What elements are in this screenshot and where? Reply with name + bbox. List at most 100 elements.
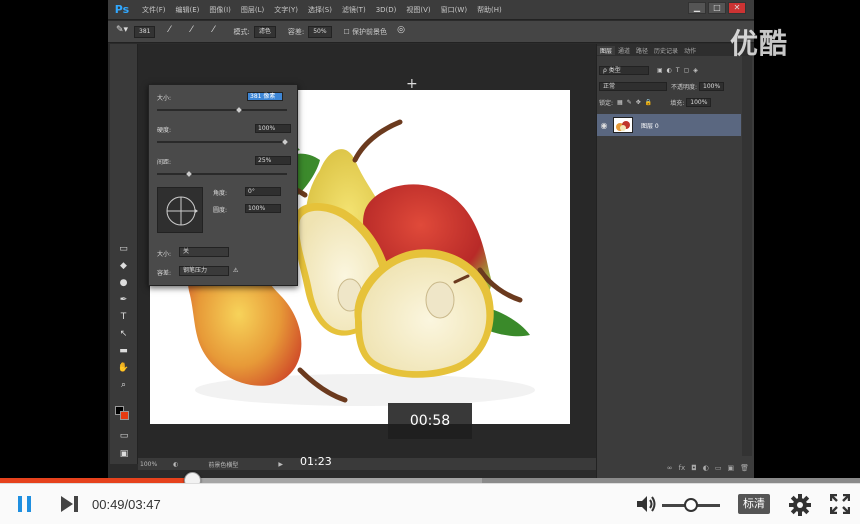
layers-footer: ∞ fx ◘ ◐ ▭ ▣ 🗑 <box>597 464 754 474</box>
layer-row[interactable]: ◉ 图层 0 <box>597 114 741 136</box>
limits-select[interactable]: 滤色 <box>253 25 276 38</box>
video-area[interactable]: Ps 文件(F) 编辑(E) 图像(I) 图层(L) 文字(Y) 选择(S) 滤… <box>0 0 860 478</box>
tab-paths[interactable]: 路径 <box>633 46 651 55</box>
adjustment-icon[interactable]: ◐ <box>703 464 709 474</box>
pen-tool-icon[interactable]: ✒ <box>114 293 134 307</box>
menu-item-layer[interactable]: 图层(L) <box>241 5 264 15</box>
current-time: 00:49 <box>92 497 125 512</box>
fill-label: 填充: <box>670 99 685 107</box>
pause-button[interactable] <box>16 495 34 517</box>
tab-channels[interactable]: 通道 <box>615 46 633 55</box>
roundness-input[interactable]: 100% <box>245 204 281 213</box>
pressure-icon[interactable]: ◎ <box>393 25 409 39</box>
brush-size-slider-knob[interactable] <box>236 107 242 113</box>
menu-item-view[interactable]: 视图(V) <box>406 5 430 15</box>
fullscreen-button[interactable] <box>829 493 851 518</box>
menu-item-select[interactable]: 选择(S) <box>308 5 332 15</box>
lock-row: 锁定: ▦✎✥🔒 填充: 100% <box>599 96 712 108</box>
tolerance-control-select[interactable]: 钢笔压力 <box>179 266 229 276</box>
hardness-slider[interactable] <box>157 139 288 145</box>
zoom-level[interactable]: 100% <box>140 461 157 468</box>
trash-icon[interactable]: 🗑 <box>740 464 749 474</box>
size-control-select[interactable]: 关 <box>179 247 229 257</box>
limits-label: 模式: <box>233 27 250 36</box>
mask-icon[interactable]: ◘ <box>691 464 697 474</box>
filter-icons[interactable]: ▣◐T▢◈ <box>657 67 702 74</box>
menu-item-help[interactable]: 帮助(H) <box>477 5 502 15</box>
menu-item-type[interactable]: 文字(Y) <box>274 5 298 15</box>
menu-item-window[interactable]: 窗口(W) <box>441 5 467 15</box>
type-tool-icon[interactable]: T <box>114 310 134 324</box>
status-arrow-icon[interactable]: ▶ <box>278 461 283 468</box>
spacing-slider[interactable] <box>157 171 287 177</box>
tools-panel: ▭ ◆ ● ✒ T ↖ ▬ ✋ ⌕ ▭ ▣ <box>110 44 138 464</box>
hardness-input[interactable]: 100% <box>255 124 291 133</box>
seek-preview-time: 00:58 <box>388 403 472 439</box>
layer-kind-select[interactable]: ρ 类型 <box>599 65 649 75</box>
roundness-label: 圆度: <box>213 207 228 214</box>
menu-item-edit[interactable]: 编辑(E) <box>176 5 200 15</box>
canvas-area[interactable]: + 大小: 381 像素 硬度: 100% 间距: 25% 角度: 0° 圆度:… <box>138 44 596 458</box>
quality-button[interactable]: 标清 <box>738 494 770 514</box>
blur-tool-icon[interactable]: ◆ <box>114 259 134 273</box>
sampling-continuous-icon[interactable]: ⁄ <box>161 25 177 39</box>
doc-info[interactable]: 前景色横型 <box>208 460 238 469</box>
settings-button[interactable] <box>789 494 811 520</box>
angle-input[interactable]: 0° <box>245 187 281 196</box>
lock-icons[interactable]: ▦✎✥🔒 <box>617 99 656 106</box>
background-color-swatch[interactable] <box>120 411 129 420</box>
eye-icon[interactable]: ◉ <box>599 121 609 130</box>
blend-mode-select[interactable]: 正常 <box>599 81 667 91</box>
maximize-button[interactable]: □ <box>708 2 726 14</box>
dodge-tool-icon[interactable]: ● <box>114 276 134 290</box>
minimize-button[interactable]: ▁ <box>688 2 706 14</box>
menu-item-image[interactable]: 图像(I) <box>209 5 231 15</box>
brush-size-picker[interactable]: 381 <box>134 25 156 38</box>
hardness-slider-knob[interactable] <box>282 139 288 145</box>
spacing-input[interactable]: 25% <box>255 156 291 165</box>
opacity-label: 不透明度: <box>671 83 698 91</box>
close-button[interactable]: ✕ <box>728 2 746 14</box>
layer-name[interactable]: 图层 0 <box>641 121 659 130</box>
menu-item-3d[interactable]: 3D(D) <box>376 6 397 14</box>
sampling-swatch-icon[interactable]: ⁄ <box>205 25 221 39</box>
layers-scrollbar[interactable] <box>742 56 752 456</box>
brush-preset-picker: 大小: 381 像素 硬度: 100% 间距: 25% 角度: 0° 圆度: 1… <box>148 84 298 286</box>
menu-item-file[interactable]: 文件(F) <box>142 5 166 15</box>
angle-label: 角度: <box>213 190 228 197</box>
link-layers-icon[interactable]: ∞ <box>667 464 673 474</box>
zoom-tool-icon[interactable]: ⌕ <box>114 378 134 392</box>
fullscreen-icon <box>829 493 851 515</box>
next-button[interactable] <box>60 495 80 517</box>
volume-knob[interactable] <box>684 498 698 512</box>
tolerance-label: 容差: <box>287 27 305 36</box>
volume-button[interactable] <box>636 494 658 518</box>
menu-item-filter[interactable]: 滤镜(T) <box>342 5 366 15</box>
hand-tool-icon[interactable]: ✋ <box>114 361 134 375</box>
layer-thumbnail <box>613 117 633 133</box>
tab-layers[interactable]: 图层 <box>597 45 616 55</box>
screen-mode-icon[interactable]: ▣ <box>114 447 134 461</box>
fill-input[interactable]: 100% <box>686 97 712 107</box>
shape-tool-icon[interactable]: ▬ <box>114 344 134 358</box>
path-selection-tool-icon[interactable]: ↖ <box>114 327 134 341</box>
blend-row: 正常 不透明度: 100% <box>599 80 725 92</box>
fx-icon[interactable]: fx <box>679 464 686 474</box>
brush-size-slider[interactable] <box>157 107 287 113</box>
hover-time-tooltip: 01:23 <box>300 455 332 468</box>
background-eraser-tool-icon[interactable]: ✎▾ <box>114 25 130 39</box>
quick-mask-icon[interactable]: ▭ <box>114 429 134 443</box>
crosshair-cursor-icon: + <box>406 76 418 92</box>
brush-size-input[interactable]: 381 像素 <box>247 92 283 101</box>
brush-tip-preview[interactable] <box>157 187 203 233</box>
spacing-slider-knob[interactable] <box>186 171 192 177</box>
tab-actions[interactable]: 动作 <box>681 46 699 55</box>
sampling-once-icon[interactable]: ⁄ <box>183 25 199 39</box>
eraser-tool-icon[interactable]: ▭ <box>114 242 134 256</box>
protect-foreground-checkbox[interactable]: ☐ 保护前景色 <box>344 27 388 37</box>
opacity-input[interactable]: 100% <box>699 81 725 91</box>
tab-history[interactable]: 历史记录 <box>651 46 681 55</box>
group-icon[interactable]: ▭ <box>715 464 722 474</box>
new-layer-icon[interactable]: ▣ <box>727 464 734 474</box>
tolerance-input[interactable]: 50% <box>308 25 332 38</box>
